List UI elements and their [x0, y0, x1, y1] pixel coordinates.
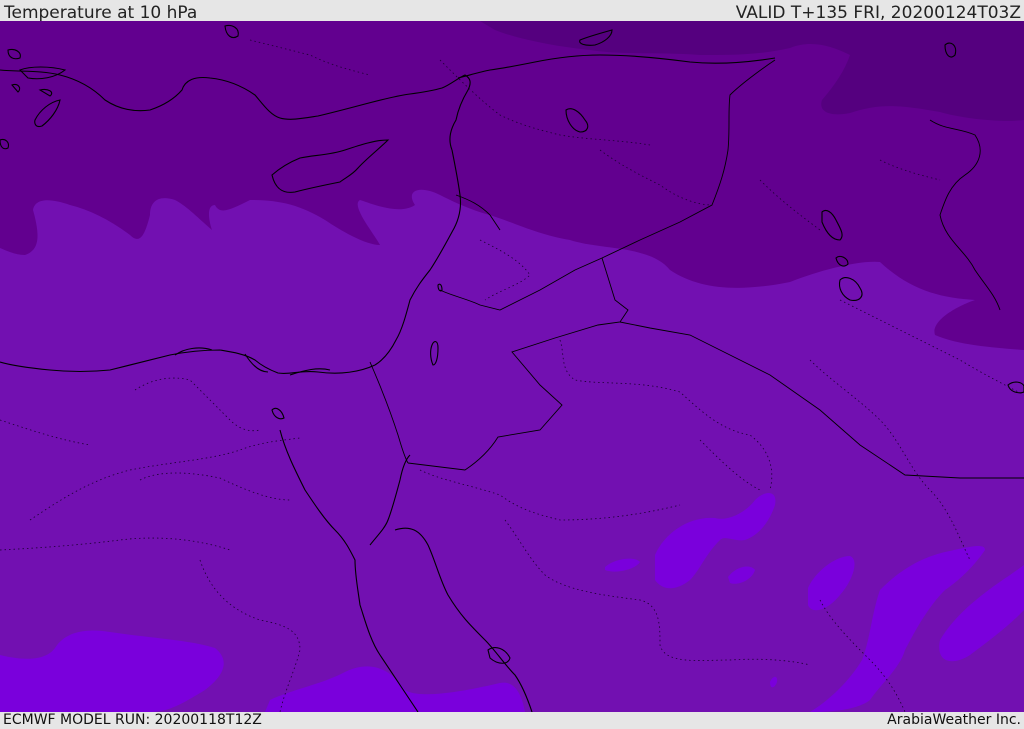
map-title: Temperature at 10 hPa — [4, 3, 198, 23]
footer-bar: ECMWF MODEL RUN: 20200118T12Z ArabiaWeat… — [0, 712, 1024, 729]
temperature-map-svg — [0, 21, 1024, 712]
header-bar: Temperature at 10 hPa VALID T+135 FRI, 2… — [0, 0, 1024, 23]
model-run-label: ECMWF MODEL RUN: 20200118T12Z — [3, 712, 262, 728]
credit-label: ArabiaWeather Inc. — [887, 712, 1021, 728]
valid-time-label: VALID T+135 FRI, 20200124T03Z — [735, 3, 1021, 23]
weather-map[interactable] — [0, 21, 1024, 712]
